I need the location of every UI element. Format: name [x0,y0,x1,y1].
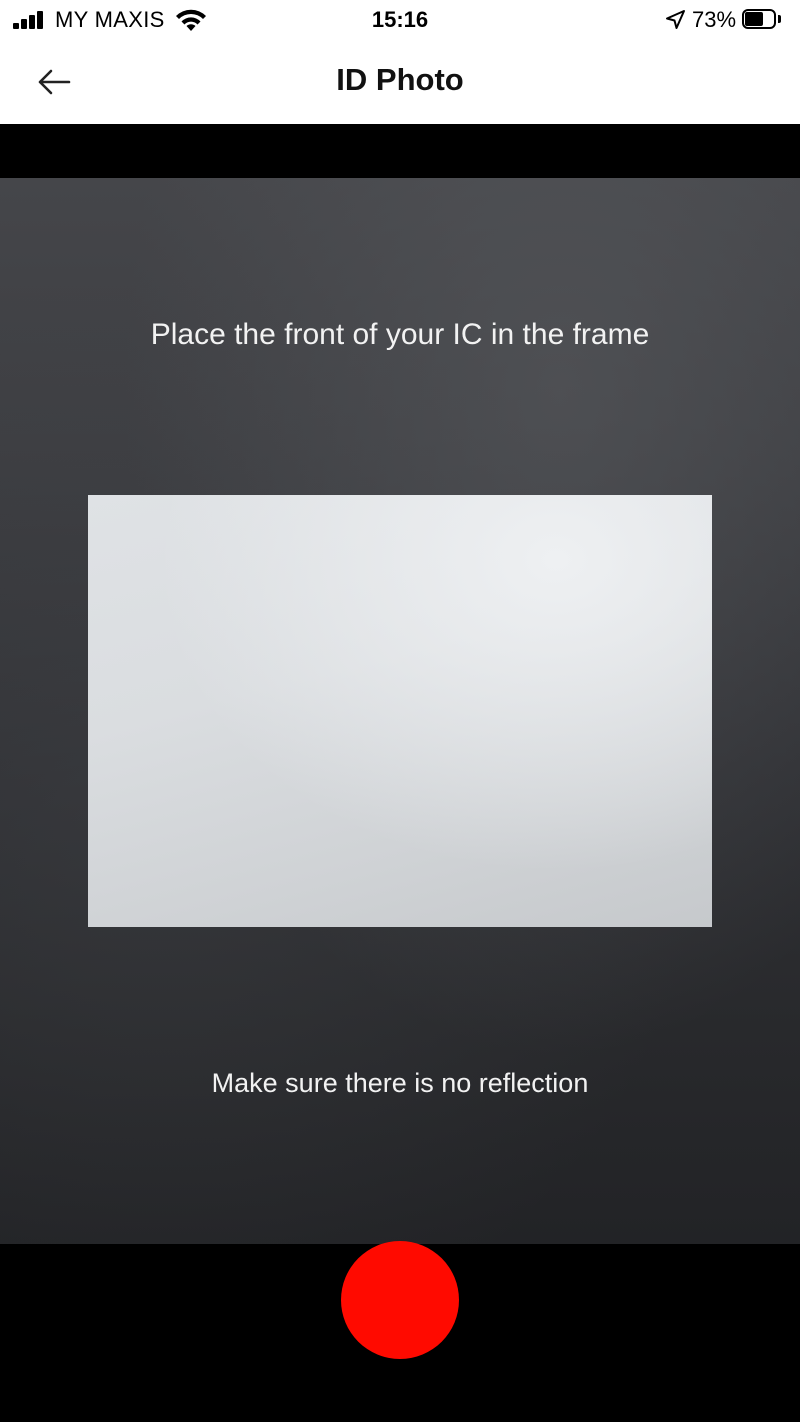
status-bar: MY MAXIS 15:16 73% [0,0,800,40]
battery-level-fill [745,12,763,26]
location-arrow-icon [666,10,685,29]
navigation-bar: ID Photo [0,40,800,124]
battery-percentage: 73% [692,7,737,32]
id-card-frame [88,495,712,927]
capture-bar [0,1241,800,1422]
battery-icon [742,9,782,31]
page-title: ID Photo [336,62,464,97]
id-photo-screen: MY MAXIS 15:16 73% ID Photo Place the fr… [0,0,800,1422]
reflection-instruction: Make sure there is no reflection [211,1068,589,1098]
camera-top-band [0,124,800,178]
shutter-button[interactable] [341,1241,459,1359]
frame-instruction: Place the front of your IC in the frame [150,318,650,351]
camera-preview: Place the front of your IC in the frame … [0,178,800,1244]
